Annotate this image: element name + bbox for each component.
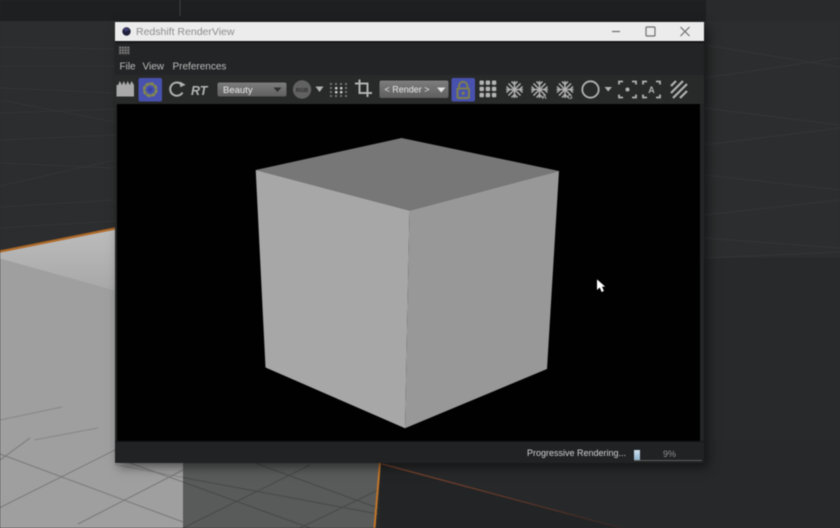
svg-text:G: G <box>568 94 573 101</box>
svg-text:File: File <box>120 62 137 73</box>
svg-text:Beauty: Beauty <box>223 85 253 96</box>
svg-text:A: A <box>648 85 655 95</box>
svg-text:Preferences: Preferences <box>173 62 227 73</box>
svg-text:View: View <box>143 62 165 73</box>
svg-text:A: A <box>542 94 547 101</box>
svg-text:RGB: RGB <box>296 88 308 94</box>
svg-text:< Render >: < Render > <box>384 85 429 95</box>
svg-text:RT: RT <box>191 84 209 98</box>
